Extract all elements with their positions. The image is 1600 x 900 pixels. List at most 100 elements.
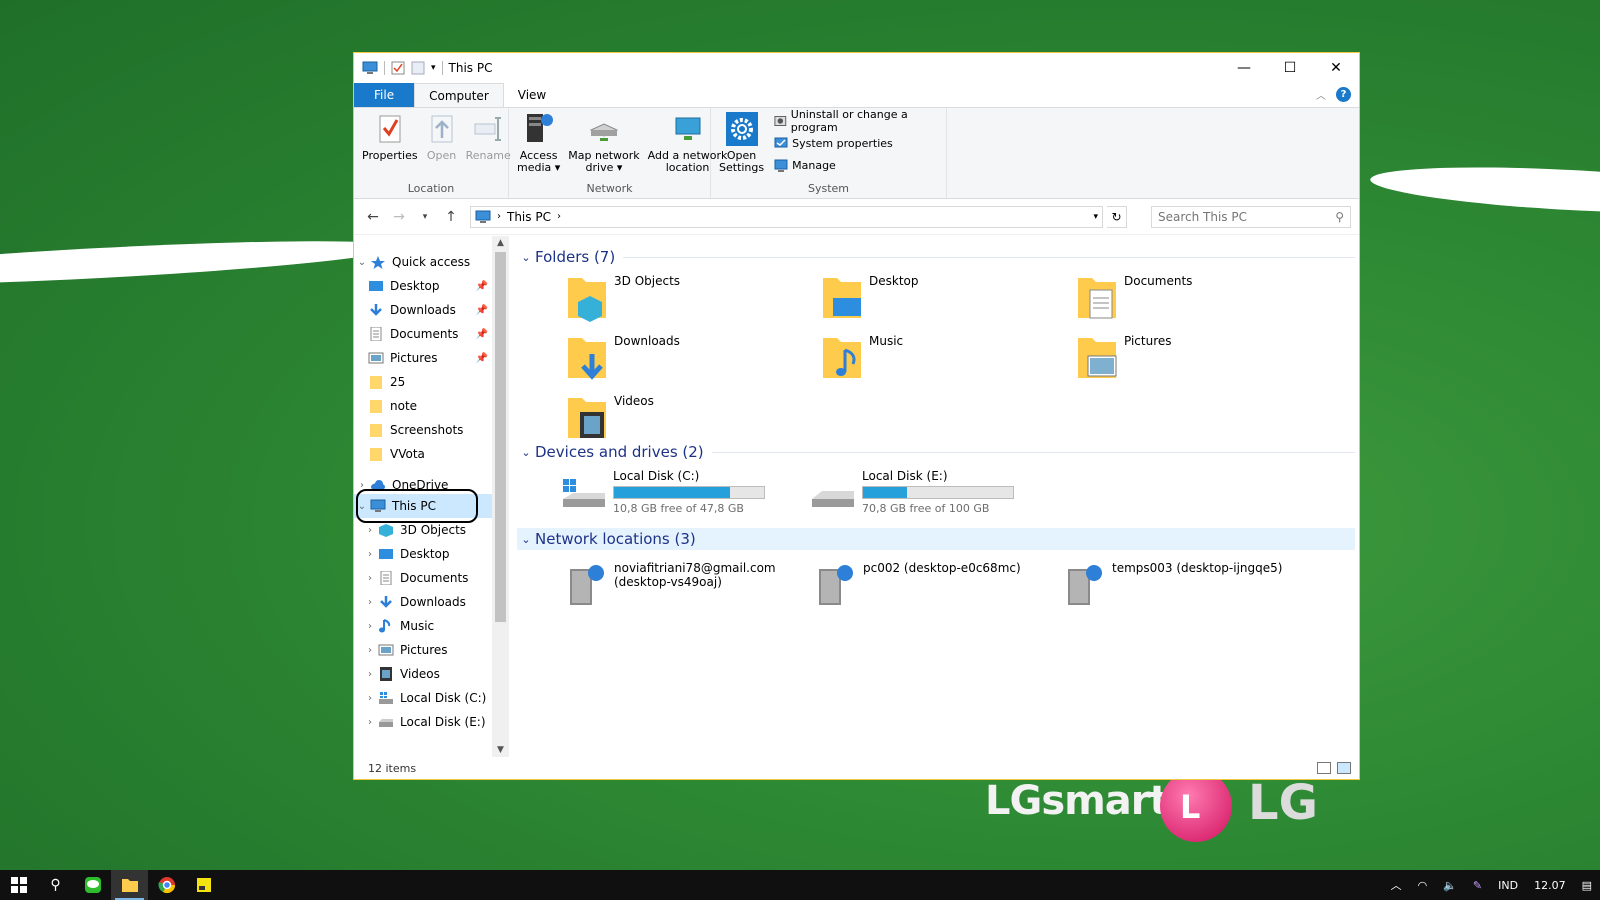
- drives-section-header[interactable]: ⌄ Devices and drives (2): [517, 441, 1355, 463]
- folder-downloads[interactable]: Downloads: [566, 334, 680, 382]
- folder-music[interactable]: Music: [821, 334, 903, 382]
- taskbar-chrome[interactable]: [148, 870, 185, 900]
- scroll-up-arrow-icon[interactable]: ▲: [492, 238, 509, 248]
- large-icons-view-icon[interactable]: [1337, 762, 1351, 774]
- pin-icon[interactable]: 📌: [476, 305, 488, 316]
- nav-this-pc-local-disk-c[interactable]: › Local Disk (C:): [354, 686, 492, 710]
- nav-this-pc-3d-objects[interactable]: › 3D Objects: [354, 518, 492, 542]
- pin-icon[interactable]: 📌: [476, 353, 488, 364]
- start-button[interactable]: [0, 870, 37, 900]
- search-input[interactable]: [1158, 209, 1318, 224]
- nav-quick-folder-note[interactable]: note: [354, 394, 492, 418]
- chevron-right-icon[interactable]: ›: [362, 573, 378, 584]
- tab-view[interactable]: View: [504, 83, 560, 107]
- collapse-ribbon-icon[interactable]: ︿: [1316, 87, 1326, 102]
- breadcrumb-separator[interactable]: ›: [497, 211, 501, 222]
- tab-file[interactable]: File: [354, 83, 415, 107]
- scroll-down-arrow-icon[interactable]: ▼: [492, 745, 509, 755]
- chevron-down-icon[interactable]: ⌄: [517, 251, 535, 264]
- nav-this-pc-videos[interactable]: › Videos: [354, 662, 492, 686]
- volume-icon[interactable]: 🔈: [1435, 879, 1465, 892]
- address-field[interactable]: › This PC › ▾: [470, 205, 1103, 228]
- network-section-header[interactable]: ⌄ Network locations (3): [517, 528, 1355, 550]
- maximize-button[interactable]: ☐: [1267, 53, 1313, 83]
- properties-button[interactable]: Properties: [358, 112, 422, 182]
- new-folder-icon[interactable]: [411, 61, 425, 75]
- nav-this-pc-music[interactable]: › Music: [354, 614, 492, 638]
- open-button[interactable]: Open: [422, 112, 462, 182]
- nav-quick-access[interactable]: ⌄ Quick access: [354, 250, 492, 274]
- nav-quick-folder-screenshots[interactable]: Screenshots: [354, 418, 492, 442]
- chevron-right-icon[interactable]: ›: [362, 621, 378, 632]
- tab-computer[interactable]: Computer: [414, 83, 504, 107]
- wifi-icon[interactable]: ◠: [1410, 879, 1436, 892]
- folder-3d-objects[interactable]: 3D Objects: [566, 274, 680, 322]
- nav-this-pc-local-disk-e[interactable]: › Local Disk (E:): [354, 710, 492, 734]
- chevron-right-icon[interactable]: ›: [362, 693, 378, 704]
- folder-desktop[interactable]: Desktop: [821, 274, 919, 322]
- folder-documents[interactable]: Documents: [1076, 274, 1192, 322]
- close-button[interactable]: ✕: [1313, 53, 1359, 83]
- address-dropdown-icon[interactable]: ▾: [1093, 212, 1102, 222]
- nav-quick-desktop[interactable]: Desktop 📌: [354, 274, 492, 298]
- nav-quick-downloads[interactable]: Downloads 📌: [354, 298, 492, 322]
- details-view-icon[interactable]: [1317, 762, 1331, 774]
- taskbar-sticky-notes[interactable]: [185, 870, 222, 900]
- notification-icon[interactable]: ▤: [1574, 879, 1600, 892]
- taskbar-file-explorer[interactable]: [111, 870, 148, 900]
- folders-section-header[interactable]: ⌄ Folders (7): [517, 246, 1355, 268]
- recent-locations-button[interactable]: ▾: [414, 212, 436, 222]
- up-button[interactable]: ↑: [440, 209, 462, 225]
- rename-button[interactable]: Rename: [462, 112, 515, 182]
- access-media-button[interactable]: Access media ▾: [513, 112, 564, 182]
- open-settings-button[interactable]: Open Settings: [715, 112, 768, 182]
- nav-quick-folder-vvota[interactable]: VVota: [354, 442, 492, 466]
- back-button[interactable]: ←: [362, 209, 384, 225]
- language-indicator[interactable]: IND: [1490, 879, 1526, 892]
- properties-icon[interactable]: [391, 61, 405, 75]
- search-box[interactable]: ⚲: [1151, 205, 1351, 228]
- customize-toolbar-icon[interactable]: ▾: [431, 63, 436, 73]
- chevron-right-icon[interactable]: ›: [362, 549, 378, 560]
- nav-quick-documents[interactable]: Documents 📌: [354, 322, 492, 346]
- manage-button[interactable]: Manage: [774, 156, 942, 174]
- network-location-3[interactable]: temps003 (desktop-ijngqe5): [1064, 561, 1282, 609]
- pin-icon[interactable]: 📌: [476, 329, 488, 340]
- uninstall-program-button[interactable]: Uninstall or change a program: [774, 108, 942, 134]
- chevron-right-icon[interactable]: ›: [362, 669, 378, 680]
- nav-scrollbar[interactable]: ▲ ▼: [492, 236, 509, 757]
- scroll-thumb[interactable]: [495, 252, 506, 622]
- folder-pictures[interactable]: Pictures: [1076, 334, 1172, 382]
- minimize-button[interactable]: —: [1221, 53, 1267, 83]
- chevron-down-icon[interactable]: ⌄: [517, 446, 535, 459]
- nav-quick-pictures[interactable]: Pictures 📌: [354, 346, 492, 370]
- search-button[interactable]: ⚲: [37, 870, 74, 900]
- nav-quick-folder-25[interactable]: 25: [354, 370, 492, 394]
- nav-this-pc-pictures[interactable]: › Pictures: [354, 638, 492, 662]
- map-network-drive-button[interactable]: Map network drive ▾: [564, 112, 643, 182]
- system-properties-button[interactable]: System properties: [774, 134, 942, 152]
- chevron-down-icon[interactable]: ⌄: [354, 257, 370, 268]
- nav-this-pc-downloads[interactable]: › Downloads: [354, 590, 492, 614]
- refresh-button[interactable]: ↻: [1107, 205, 1127, 228]
- chevron-right-icon[interactable]: ›: [362, 717, 378, 728]
- drive-local-disk-c[interactable]: Local Disk (C:) 10,8 GB free of 47,8 GB: [561, 469, 765, 515]
- help-icon[interactable]: ?: [1336, 87, 1351, 102]
- chevron-up-icon[interactable]: ︿: [1383, 877, 1410, 893]
- pen-icon[interactable]: ✎: [1465, 879, 1490, 892]
- chevron-down-icon[interactable]: ⌄: [517, 533, 535, 546]
- pin-icon[interactable]: 📌: [476, 281, 488, 292]
- network-location-1[interactable]: noviafitriani78@gmail.com (desktop-vs49o…: [566, 561, 776, 609]
- network-location-2[interactable]: pc002 (desktop-e0c68mc): [815, 561, 1021, 609]
- chevron-right-icon[interactable]: ›: [362, 645, 378, 656]
- taskbar-line-app[interactable]: [74, 870, 111, 900]
- clock[interactable]: 12.07: [1526, 879, 1574, 892]
- breadcrumb-this-pc[interactable]: This PC: [507, 210, 551, 224]
- breadcrumb-separator[interactable]: ›: [557, 211, 561, 222]
- nav-this-pc-desktop[interactable]: › Desktop: [354, 542, 492, 566]
- chevron-right-icon[interactable]: ›: [362, 525, 378, 536]
- drive-local-disk-e[interactable]: Local Disk (E:) 70,8 GB free of 100 GB: [810, 469, 1014, 515]
- chevron-right-icon[interactable]: ›: [362, 597, 378, 608]
- forward-button[interactable]: →: [388, 209, 410, 225]
- folder-videos[interactable]: Videos: [566, 394, 654, 442]
